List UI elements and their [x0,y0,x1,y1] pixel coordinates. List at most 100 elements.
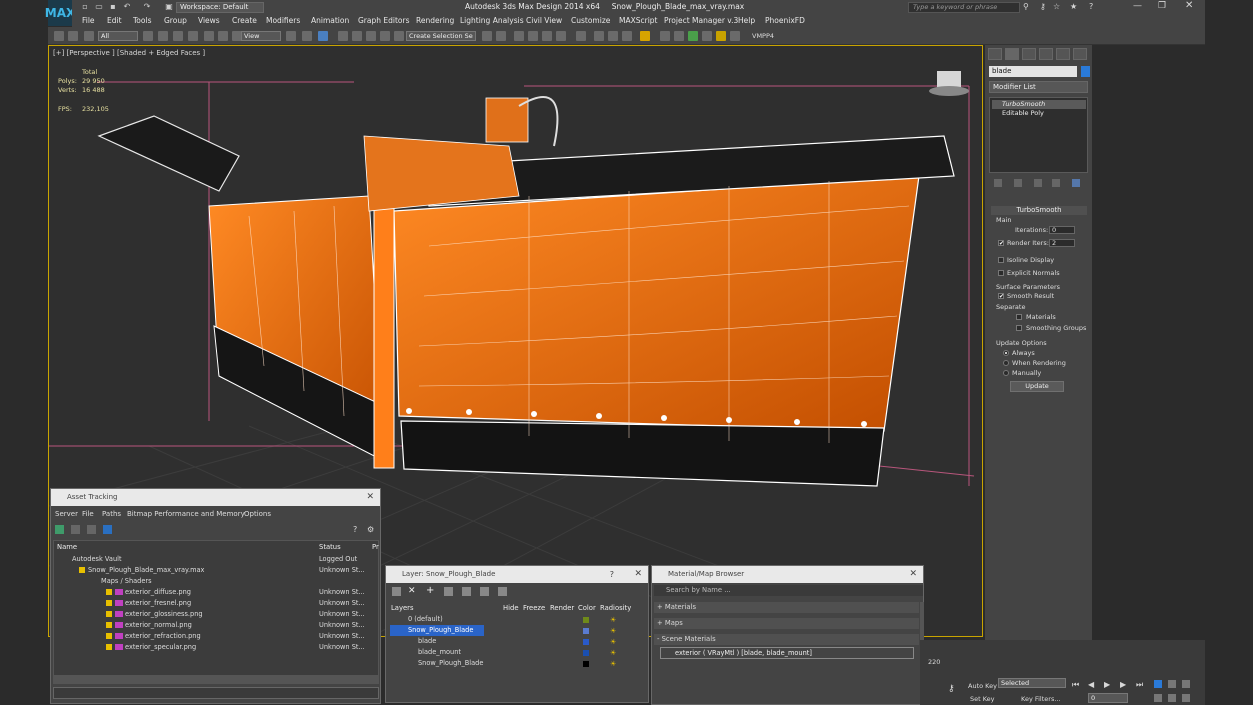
zoom-extents-icon[interactable] [1182,680,1190,688]
save-file-icon[interactable]: ▪ [108,2,118,12]
layer-object-row[interactable]: blade_mount [418,647,461,658]
layer-color-swatch[interactable] [583,628,589,634]
menu-file[interactable]: File [82,16,95,25]
make-unique-icon[interactable] [1034,179,1042,187]
radiosity-icon[interactable]: ☀ [610,660,616,668]
render-production-icon[interactable] [622,31,632,41]
radiosity-icon[interactable]: ☀ [610,638,616,646]
smooth-result-checkbox[interactable]: ✔ [998,293,1004,300]
render-setup-icon[interactable] [594,31,604,41]
asset-tracking-titlebar[interactable]: Asset Tracking ✕ [51,489,380,506]
spinner-snap-icon[interactable] [380,31,390,41]
named-selection-dropdown[interactable]: Create Selection Se [406,31,476,41]
select-in-layer-icon[interactable] [444,587,453,596]
menu-graph-editors[interactable]: Graph Editors [358,16,410,25]
vray-frame-buffer-icon[interactable] [660,31,670,41]
set-key-label[interactable]: Set Key [970,695,995,703]
asset-menu-server[interactable]: Server [55,510,78,518]
update-when-rendering-radio[interactable] [1003,360,1009,366]
rotate-icon[interactable] [218,31,228,41]
edit-named-selection-icon[interactable] [394,31,404,41]
layer-color-swatch[interactable] [583,650,589,656]
object-color-swatch[interactable] [1081,66,1090,77]
iterations-spinner[interactable]: 0 [1049,226,1075,234]
update-always-radio[interactable] [1003,350,1009,356]
col-radiosity[interactable]: Radiosity [600,604,631,612]
grid-view-icon[interactable] [103,525,112,534]
table-view-icon[interactable] [87,525,96,534]
layer-object-row[interactable]: blade [418,636,436,647]
layer-row[interactable]: 0 (default) [408,614,443,625]
group-materials[interactable]: + Materials [654,602,919,613]
menu-lighting-analysis[interactable]: Lighting Analysis [460,16,524,25]
modifier-list-dropdown[interactable]: Modifier List [989,81,1088,93]
radiosity-icon[interactable]: ☀ [610,616,616,624]
show-end-result-icon[interactable] [1014,179,1022,187]
highlight-layer-icon[interactable] [462,587,471,596]
schematic-view-icon[interactable] [556,31,566,41]
vray-sun-icon[interactable] [730,31,740,41]
select-object-icon[interactable] [143,31,153,41]
zoom-icon[interactable] [1154,680,1162,688]
stack-item-editable-poly[interactable]: Editable Poly [992,109,1086,118]
snaps-toggle-icon[interactable] [338,31,348,41]
vmpp-label[interactable]: VMPP4 [752,32,774,40]
col-proxy[interactable]: Pr [372,543,379,551]
close-icon[interactable]: ✕ [909,566,917,583]
curve-editor-icon[interactable] [542,31,552,41]
asset-menu-paths[interactable]: Paths [102,510,121,518]
rectangle-selection-icon[interactable] [173,31,183,41]
current-frame-field[interactable]: 0 [1088,693,1128,703]
remove-modifier-icon[interactable] [1052,179,1060,187]
explicit-normals-checkbox[interactable] [998,270,1004,276]
asset-path-field[interactable] [53,687,379,699]
percent-snap-icon[interactable] [366,31,376,41]
bind-space-warp-icon[interactable] [84,31,94,41]
smoothing-groups-checkbox[interactable] [1016,325,1022,331]
maximize-viewport-icon[interactable] [1182,694,1190,702]
layer-help-icon[interactable]: ? [610,566,614,583]
key-icon[interactable]: ⚷ [1040,2,1046,11]
align-icon[interactable] [496,31,506,41]
refresh-icon[interactable] [55,525,64,534]
binoculars-icon[interactable]: ⚲ [1023,2,1029,11]
layer-manager-icon[interactable] [514,31,524,41]
display-tab-icon[interactable] [1056,48,1070,60]
layer-color-swatch[interactable] [583,639,589,645]
asset-row[interactable]: Snow_Plough_Blade_max_vray.max [79,565,204,576]
delete-layer-icon[interactable]: ✕ [408,586,416,596]
asset-menu-file[interactable]: File [82,510,94,518]
menu-tools[interactable]: Tools [133,16,151,25]
key-icon[interactable]: ⚷ [948,684,955,694]
menu-maxscript[interactable]: MAXScript [619,16,658,25]
mirror-icon[interactable] [482,31,492,41]
col-color[interactable]: Color [578,604,596,612]
search-input[interactable]: Type a keyword or phrase [908,2,1020,13]
vray-proxy-icon[interactable] [702,31,712,41]
col-layers[interactable]: Layers [391,604,414,612]
rendered-frame-icon[interactable] [608,31,618,41]
isoline-display-checkbox[interactable] [998,257,1004,263]
render-iters-checkbox[interactable]: ✔ [998,240,1004,247]
asset-row[interactable]: exterior_normal.png [106,620,192,631]
workspace-dropdown[interactable]: Workspace: Default [176,2,264,13]
menu-views[interactable]: Views [198,16,220,25]
star-icon[interactable]: ☆ [1053,2,1060,11]
goto-start-icon[interactable]: ⏮ [1072,680,1079,690]
vray-render-icon[interactable] [674,31,684,41]
orbit-icon[interactable] [1168,694,1176,702]
minimize-icon[interactable]: — [1133,1,1142,11]
menu-rendering[interactable]: Rendering [416,16,454,25]
menu-animation[interactable]: Animation [311,16,349,25]
close-icon[interactable]: ✕ [1185,0,1193,11]
material-item[interactable]: exterior ( VRayMtl ) [blade, blade_mount… [660,647,914,659]
window-crossing-icon[interactable] [188,31,198,41]
graphite-ribbon-icon[interactable] [528,31,538,41]
key-filters-button[interactable]: Key Filters... [1021,695,1061,703]
maximize-icon[interactable]: ❐ [1158,1,1166,11]
menu-group[interactable]: Group [164,16,187,25]
select-by-name-icon[interactable] [158,31,168,41]
zoom-all-icon[interactable] [1168,680,1176,688]
configure-sets-icon[interactable] [1072,179,1080,187]
modify-tab-icon[interactable] [1005,48,1019,60]
